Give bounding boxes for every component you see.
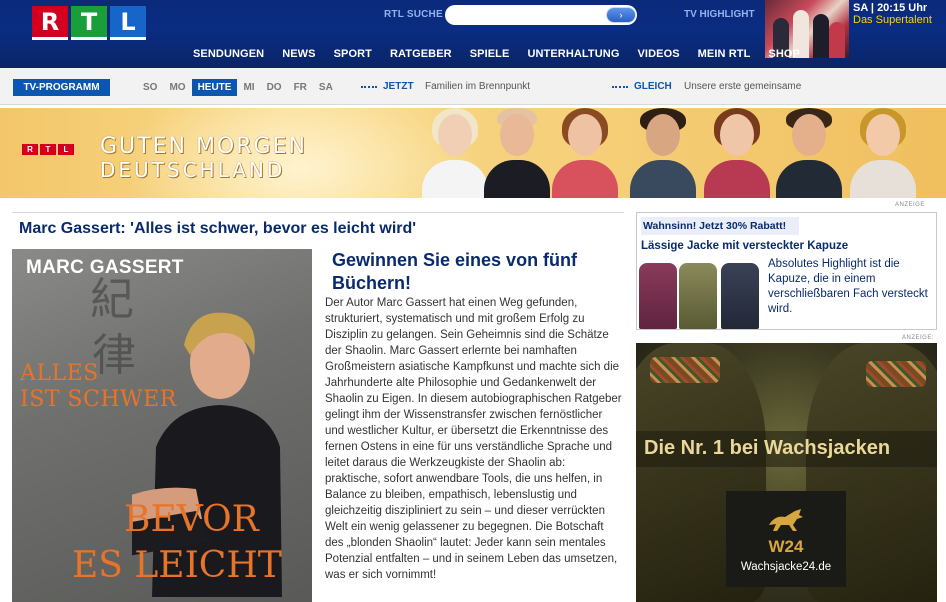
host-photo [548, 108, 622, 198]
jacket-icon [639, 263, 677, 329]
day-tab-mi[interactable]: MI [237, 79, 260, 96]
banner-logo-letter: L [58, 144, 74, 155]
day-tab-do[interactable]: DO [261, 79, 288, 96]
horse-icon [769, 509, 803, 531]
logo-letter-l: L [110, 6, 146, 40]
nav-item-videos[interactable]: VIDEOS [638, 48, 680, 60]
rtl-logo[interactable]: R T L [32, 6, 148, 40]
nav-item-unterhaltung[interactable]: UNTERHALTUNG [527, 48, 619, 60]
thumb-figure [829, 22, 845, 58]
arrow-right-icon: › [619, 10, 623, 20]
wax-jacket-ad[interactable]: Die Nr. 1 bei Wachsjacken W24 Wachsjacke… [636, 343, 937, 602]
day-selector: SO MO HEUTE MI DO FR SA [137, 79, 339, 96]
host-photo [772, 108, 846, 198]
ad-label: ANZEIGE: [902, 335, 935, 341]
tv-highlight-show[interactable]: Das Supertalent [853, 14, 932, 26]
banner-rtl-logo: R T L [22, 144, 74, 155]
next-show-link[interactable]: Unsere erste gemeinsame [684, 81, 801, 92]
jacket-ad[interactable]: Wahnsinn! Jetzt 30% Rabatt! Lässige Jack… [636, 212, 937, 330]
tv-program-bar: TV-PROGRAMM SO MO HEUTE MI DO FR SA JETZ… [0, 68, 946, 105]
dots-icon [612, 86, 628, 89]
day-tab-heute[interactable]: HEUTE [191, 79, 238, 96]
tv-highlight-label: TV HIGHLIGHT [684, 9, 755, 20]
nav-item-spiele[interactable]: SPIELE [470, 48, 510, 60]
cover-title: ES LEICHT [72, 545, 282, 586]
divider [12, 212, 624, 213]
logo-letter-t: T [71, 6, 107, 40]
jacket-icon [679, 263, 717, 329]
tartan-collar [866, 361, 926, 387]
nav-item-news[interactable]: NEWS [282, 48, 315, 60]
tv-programm-tab[interactable]: TV-PROGRAMM [13, 79, 110, 96]
now-show-link[interactable]: Familien im Brennpunkt [425, 81, 530, 92]
day-tab-mo[interactable]: MO [163, 79, 191, 96]
nav-item-sport[interactable]: SPORT [334, 48, 372, 60]
page: { "header": { "logo_letters": ["R", "T",… [0, 0, 946, 602]
jacket-product-image[interactable] [639, 259, 764, 329]
ad-title[interactable]: Lässige Jacke mit versteckter Kapuze [641, 240, 848, 252]
banner-logo-letter: R [22, 144, 38, 155]
tv-highlight-time: SA | 20:15 Uhr [853, 2, 928, 14]
cover-subtitle: ALLES [20, 361, 99, 386]
nav-item-mein-rtl[interactable]: MEIN RTL [698, 48, 751, 60]
main-nav: SENDUNGEN NEWS SPORT RATGEBER SPIELE UNT… [193, 48, 800, 60]
nav-item-sendungen[interactable]: SENDUNGEN [193, 48, 264, 60]
cover-author: MARC GASSERT [26, 257, 184, 278]
ad-description[interactable]: Absolutes Highlight ist die Kapuze, die … [768, 257, 936, 317]
day-tab-so[interactable]: SO [137, 79, 163, 96]
book-cover-image[interactable]: 紀 律 MARC GASSERT ALLES IST SCHWER BEVOR … [12, 249, 312, 602]
brand-domain: Wachsjacke24.de [740, 561, 832, 573]
wax-ad-headline: Die Nr. 1 bei Wachsjacken [644, 437, 891, 459]
next-label: GLEICH [634, 81, 672, 92]
day-tab-fr[interactable]: FR [288, 79, 313, 96]
host-photo [846, 108, 920, 198]
host-photo [700, 108, 774, 198]
article-body: Der Autor Marc Gassert hat einen Weg gef… [325, 297, 622, 581]
cover-subtitle: IST SCHWER [20, 387, 177, 412]
banner-title-line-1: GUTEN MORGEN [100, 134, 307, 159]
ad-label: ANZEIGE [895, 202, 925, 208]
promo-title[interactable]: Gewinnen Sie eines von fünf Büchern! [332, 249, 602, 295]
search-label: RTL SUCHE [384, 9, 443, 20]
discount-badge[interactable]: Wahnsinn! Jetzt 30% Rabatt! [641, 217, 799, 235]
now-label: JETZT [383, 81, 414, 92]
jacket-icon [721, 263, 759, 329]
site-header: R T L RTL SUCHE › TV HIGHLIGHT SA | 20:1… [0, 0, 946, 68]
show-banner[interactable]: R T L GUTEN MORGEN DEUTSCHLAND [0, 108, 946, 198]
banner-logo-letter: T [40, 144, 56, 155]
nav-item-ratgeber[interactable]: RATGEBER [390, 48, 452, 60]
brand-name: W24 [768, 537, 804, 556]
tartan-collar [650, 357, 720, 383]
search-button[interactable]: › [606, 7, 636, 23]
logo-letter-r: R [32, 6, 68, 40]
day-tab-sa[interactable]: SA [313, 79, 339, 96]
cover-title: BEVOR [124, 499, 259, 540]
dots-icon [361, 86, 377, 89]
thumb-figure [813, 14, 829, 58]
nav-item-shop[interactable]: SHOP [768, 48, 800, 60]
host-photo [480, 108, 554, 198]
article-headline[interactable]: Marc Gassert: 'Alles ist schwer, bevor e… [19, 220, 416, 238]
w24-logo: W24 Wachsjacke24.de [726, 491, 846, 587]
banner-title-line-2: DEUTSCHLAND [100, 158, 286, 182]
host-photo [626, 108, 700, 198]
